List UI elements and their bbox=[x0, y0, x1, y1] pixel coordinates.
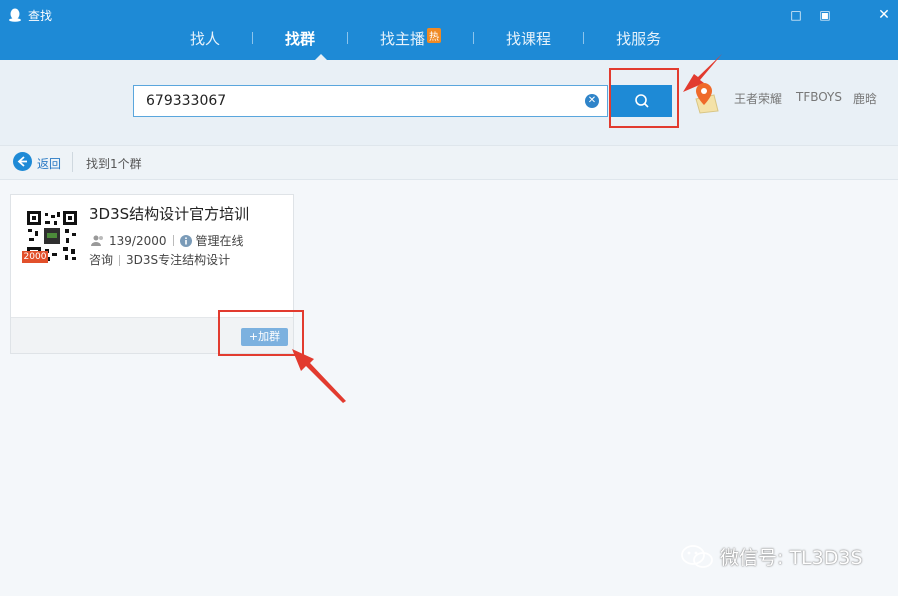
tab-find-streamer[interactable]: 找主播热 bbox=[380, 27, 442, 49]
tab-find-course[interactable]: 找课程 bbox=[506, 28, 551, 49]
tab-bar: 找人 找群 找主播热 找课程 找服务 bbox=[190, 26, 661, 50]
wechat-watermark: 微信号: TL3D3S bbox=[680, 543, 863, 570]
info-icon bbox=[179, 234, 192, 247]
group-name[interactable]: 3D3S结构设计官方培训 bbox=[89, 203, 249, 224]
hot-search-link[interactable]: 鹿晗 bbox=[853, 90, 877, 107]
group-tag: 3D3S专注结构设计 bbox=[126, 253, 231, 267]
back-link[interactable]: 返回 bbox=[37, 155, 61, 172]
qq-penguin-icon bbox=[9, 8, 21, 22]
divider bbox=[172, 235, 174, 246]
annotation-arrow-icon bbox=[292, 349, 346, 403]
member-count: 139/2000 bbox=[109, 233, 167, 248]
highlight-box-search bbox=[609, 68, 679, 128]
group-stats: 139/2000 管理在线 bbox=[91, 232, 244, 249]
group-tags: 咨询 3D3S专注结构设计 bbox=[89, 251, 230, 268]
admin-status: 管理在线 bbox=[195, 234, 244, 248]
wechat-icon bbox=[681, 544, 713, 568]
hot-badge: 热 bbox=[427, 27, 442, 43]
tab-find-service[interactable]: 找服务 bbox=[616, 28, 661, 49]
tab-find-group[interactable]: 找群 bbox=[285, 28, 315, 49]
tab-find-streamer-label: 找主播 bbox=[380, 29, 426, 48]
hot-search-link[interactable]: TFBOYS bbox=[796, 90, 842, 104]
nav-divider bbox=[72, 152, 73, 172]
divider bbox=[119, 255, 121, 266]
watermark-text: 微信号: TL3D3S bbox=[720, 547, 863, 569]
close-icon[interactable]: ✕ bbox=[877, 8, 891, 22]
feedback-icon[interactable]: □ bbox=[789, 8, 803, 22]
capacity-badge: 2000 bbox=[22, 251, 48, 263]
tab-divider bbox=[347, 32, 349, 44]
hot-search-link[interactable]: 王者荣耀 bbox=[734, 90, 782, 107]
result-count: 找到1个群 bbox=[86, 157, 142, 171]
tab-divider bbox=[473, 32, 475, 44]
back-arrow-icon[interactable] bbox=[13, 152, 32, 171]
search-input-value: 679333067 bbox=[146, 93, 227, 109]
search-input[interactable]: 679333067 ✕ bbox=[133, 85, 608, 117]
window-title: 查找 bbox=[28, 9, 53, 23]
lock-icon[interactable]: ▣ bbox=[818, 8, 832, 22]
group-category: 咨询 bbox=[89, 253, 114, 267]
clear-icon[interactable]: ✕ bbox=[585, 94, 599, 108]
members-icon bbox=[91, 235, 103, 246]
location-map-icon[interactable] bbox=[690, 81, 720, 115]
tab-divider bbox=[583, 32, 585, 44]
tab-find-people[interactable]: 找人 bbox=[190, 28, 220, 49]
tab-divider bbox=[252, 32, 254, 44]
